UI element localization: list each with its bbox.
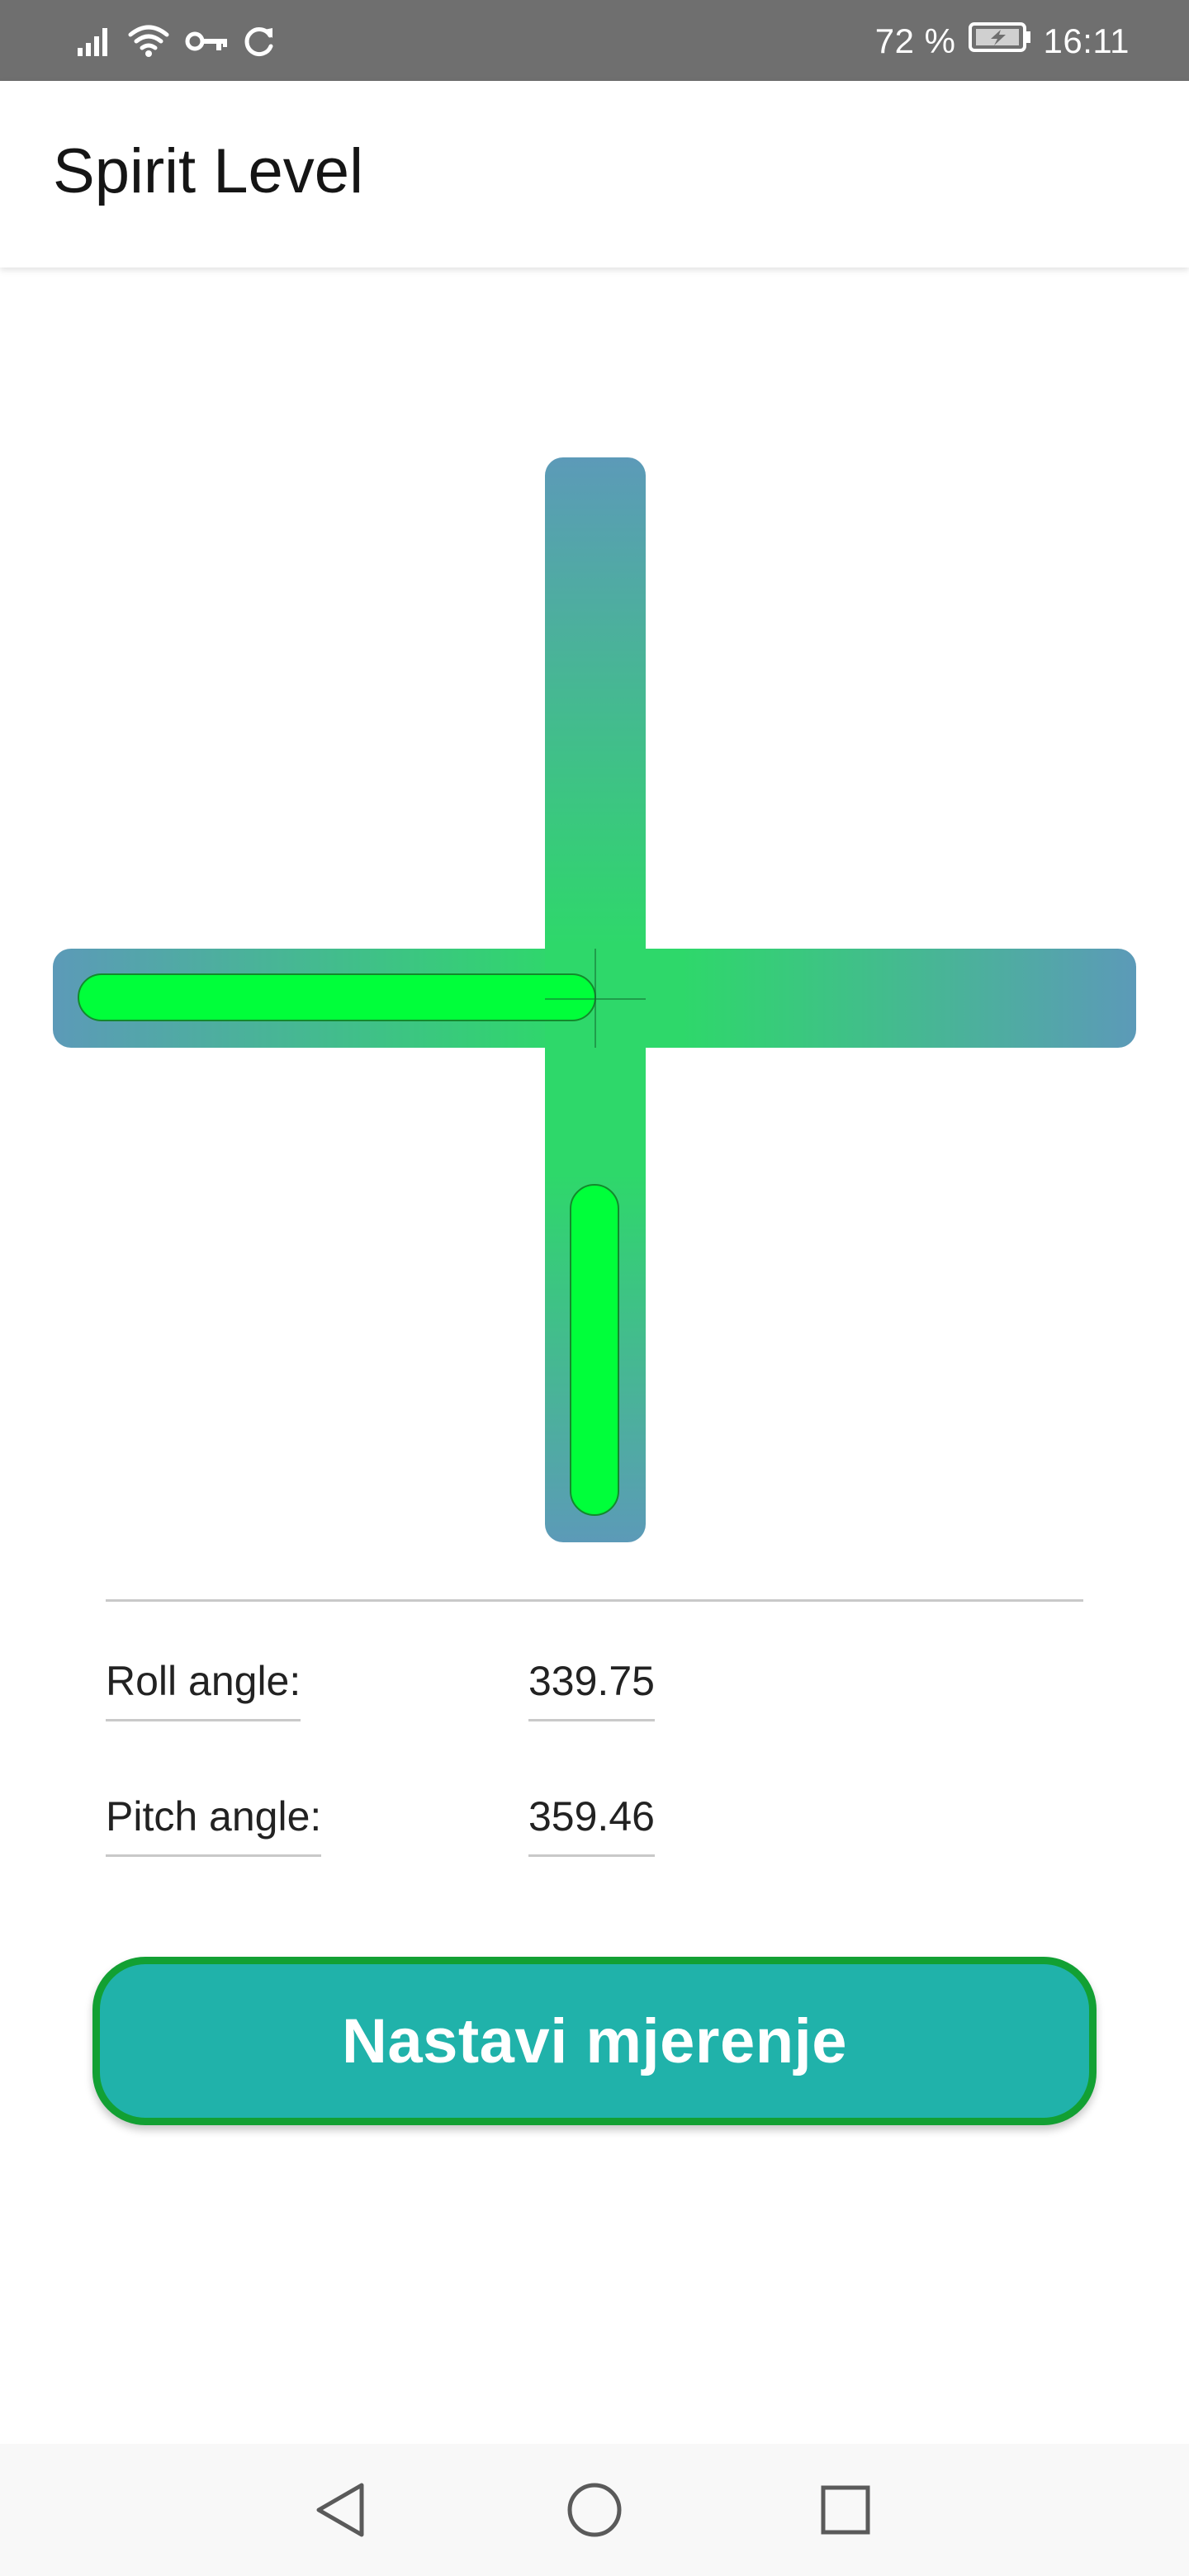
status-info: 72 % 16:11 bbox=[875, 20, 1130, 63]
battery-charging-icon bbox=[968, 21, 1032, 62]
divider bbox=[106, 1599, 1083, 1602]
vpn-key-icon bbox=[185, 29, 228, 54]
wifi-icon bbox=[127, 23, 170, 59]
recents-button[interactable] bbox=[812, 2477, 879, 2543]
pitch-angle-value: 359.46 bbox=[528, 1793, 655, 1857]
app-bar: Spirit Level bbox=[0, 81, 1189, 268]
back-icon bbox=[316, 2483, 364, 2537]
roll-angle-value: 339.75 bbox=[528, 1658, 655, 1721]
signal-icon bbox=[76, 25, 112, 58]
roll-bubble bbox=[78, 973, 596, 1021]
recents-icon bbox=[821, 2485, 870, 2535]
back-button[interactable] bbox=[307, 2477, 373, 2543]
page-title: Spirit Level bbox=[53, 136, 363, 206]
clock: 16:11 bbox=[1043, 21, 1130, 60]
pitch-bubble bbox=[570, 1184, 619, 1516]
sync-icon bbox=[243, 25, 276, 58]
pitch-angle-label: Pitch angle: bbox=[106, 1793, 322, 1857]
status-bar: 72 % 16:11 bbox=[0, 0, 1189, 81]
spirit-level bbox=[0, 268, 1189, 1605]
home-icon bbox=[567, 2483, 622, 2537]
center-crosshair-vertical bbox=[594, 949, 596, 1048]
status-icons bbox=[76, 20, 276, 63]
roll-angle-label: Roll angle: bbox=[106, 1658, 301, 1721]
roll-angle-row: Roll angle: 339.75 bbox=[106, 1658, 1083, 1740]
navigation-bar bbox=[0, 2444, 1189, 2576]
continue-measuring-button[interactable]: Nastavi mjerenje bbox=[92, 1957, 1097, 2125]
pitch-angle-row: Pitch angle: 359.46 bbox=[106, 1793, 1083, 1876]
home-button[interactable] bbox=[561, 2477, 628, 2543]
battery-percent: 72 % bbox=[874, 21, 956, 60]
